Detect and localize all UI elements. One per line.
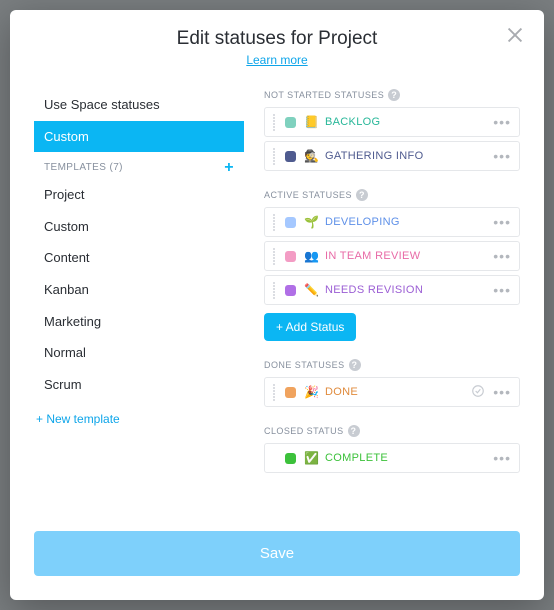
more-options-icon[interactable]: ••• bbox=[487, 450, 517, 466]
status-emoji-icon: 👥 bbox=[304, 249, 319, 263]
drag-handle-icon[interactable] bbox=[269, 214, 279, 231]
more-options-icon[interactable]: ••• bbox=[487, 248, 517, 264]
status-row[interactable]: 🌱 DEVELOPING••• bbox=[264, 207, 520, 237]
drag-handle-icon[interactable] bbox=[269, 282, 279, 299]
status-name: BACKLOG bbox=[325, 116, 487, 128]
status-row[interactable]: 🎉 DONE ••• bbox=[264, 377, 520, 407]
new-template-link[interactable]: + New template bbox=[34, 400, 244, 438]
not-started-group: NOT STARTED STATUSES ? 📒BACKLOG•••🕵️GATH… bbox=[264, 89, 520, 171]
more-options-icon[interactable]: ••• bbox=[487, 114, 517, 130]
edit-statuses-modal: Edit statuses for Project Learn more Use… bbox=[10, 10, 544, 600]
status-color-swatch[interactable] bbox=[285, 453, 296, 464]
add-template-button[interactable]: + bbox=[224, 163, 234, 173]
left-panel: Use Space statuses Custom TEMPLATES (7) … bbox=[34, 89, 244, 517]
templates-section-header: TEMPLATES (7) + bbox=[34, 152, 244, 179]
closed-group: CLOSED STATUS ? ✅ COMPLETE••• bbox=[264, 425, 520, 473]
status-color-swatch[interactable] bbox=[285, 217, 296, 228]
status-color-swatch[interactable] bbox=[285, 151, 296, 162]
template-item[interactable]: Custom bbox=[34, 211, 244, 243]
active-group: ACTIVE STATUSES ? 🌱DEVELOPING•••👥IN TEAM… bbox=[264, 189, 520, 341]
learn-more-link[interactable]: Learn more bbox=[30, 53, 524, 67]
status-name: DEVELOPING bbox=[325, 216, 487, 228]
not-started-label: NOT STARTED STATUSES ? bbox=[264, 89, 520, 101]
status-name: IN TEAM REVIEW bbox=[325, 250, 487, 262]
status-row[interactable]: ✏️ NEEDS REVISION••• bbox=[264, 275, 520, 305]
status-emoji-icon: 📒 bbox=[304, 115, 319, 129]
use-space-statuses[interactable]: Use Space statuses bbox=[34, 89, 244, 121]
modal-title: Edit statuses for Project bbox=[30, 28, 524, 50]
status-color-swatch[interactable] bbox=[285, 251, 296, 262]
status-name: DONE bbox=[325, 386, 471, 398]
templates-list: ProjectCustomContentKanbanMarketingNorma… bbox=[34, 179, 244, 400]
status-emoji-icon: 🕵️ bbox=[304, 149, 319, 163]
status-row[interactable]: 🕵️ GATHERING INFO••• bbox=[264, 141, 520, 171]
status-row[interactable]: ✅ COMPLETE••• bbox=[264, 443, 520, 473]
more-options-icon[interactable]: ••• bbox=[487, 282, 517, 298]
done-label: DONE STATUSES ? bbox=[264, 359, 520, 371]
drag-handle-icon[interactable] bbox=[269, 384, 279, 401]
more-options-icon[interactable]: ••• bbox=[487, 384, 517, 400]
active-label: ACTIVE STATUSES ? bbox=[264, 189, 520, 201]
help-icon[interactable]: ? bbox=[348, 425, 360, 437]
status-color-swatch[interactable] bbox=[285, 387, 296, 398]
status-row[interactable]: 📒 BACKLOG••• bbox=[264, 107, 520, 137]
close-button[interactable] bbox=[504, 24, 526, 46]
more-options-icon[interactable]: ••• bbox=[487, 214, 517, 230]
drag-handle-icon[interactable] bbox=[269, 148, 279, 165]
template-item[interactable]: Scrum bbox=[34, 369, 244, 401]
template-item[interactable]: Normal bbox=[34, 337, 244, 369]
status-color-swatch[interactable] bbox=[285, 285, 296, 296]
modal-footer: Save bbox=[10, 521, 544, 600]
status-name: GATHERING INFO bbox=[325, 150, 487, 162]
status-emoji-icon: ✅ bbox=[304, 451, 319, 465]
modal-header: Edit statuses for Project Learn more bbox=[10, 10, 544, 73]
template-item[interactable]: Content bbox=[34, 242, 244, 274]
status-name: COMPLETE bbox=[325, 452, 487, 464]
template-item[interactable]: Marketing bbox=[34, 306, 244, 338]
status-emoji-icon: ✏️ bbox=[304, 283, 319, 297]
custom-option[interactable]: Custom bbox=[34, 121, 244, 153]
template-item[interactable]: Kanban bbox=[34, 274, 244, 306]
save-button[interactable]: Save bbox=[34, 531, 520, 576]
done-group: DONE STATUSES ? 🎉 DONE ••• bbox=[264, 359, 520, 407]
drag-handle-icon[interactable] bbox=[269, 248, 279, 265]
status-emoji-icon: 🎉 bbox=[304, 385, 319, 399]
status-color-swatch[interactable] bbox=[285, 117, 296, 128]
status-emoji-icon: 🌱 bbox=[304, 215, 319, 229]
status-name: NEEDS REVISION bbox=[325, 284, 487, 296]
right-panel: NOT STARTED STATUSES ? 📒BACKLOG•••🕵️GATH… bbox=[264, 89, 520, 517]
close-icon bbox=[504, 24, 526, 46]
templates-label: TEMPLATES (7) bbox=[44, 162, 123, 173]
check-circle-icon[interactable] bbox=[471, 384, 485, 401]
modal-body: Use Space statuses Custom TEMPLATES (7) … bbox=[10, 73, 544, 521]
more-options-icon[interactable]: ••• bbox=[487, 148, 517, 164]
template-item[interactable]: Project bbox=[34, 179, 244, 211]
closed-label: CLOSED STATUS ? bbox=[264, 425, 520, 437]
help-icon[interactable]: ? bbox=[356, 189, 368, 201]
help-icon[interactable]: ? bbox=[388, 89, 400, 101]
status-row[interactable]: 👥 IN TEAM REVIEW••• bbox=[264, 241, 520, 271]
drag-handle-icon[interactable] bbox=[269, 114, 279, 131]
help-icon[interactable]: ? bbox=[349, 359, 361, 371]
add-status-button[interactable]: + Add Status bbox=[264, 313, 356, 341]
